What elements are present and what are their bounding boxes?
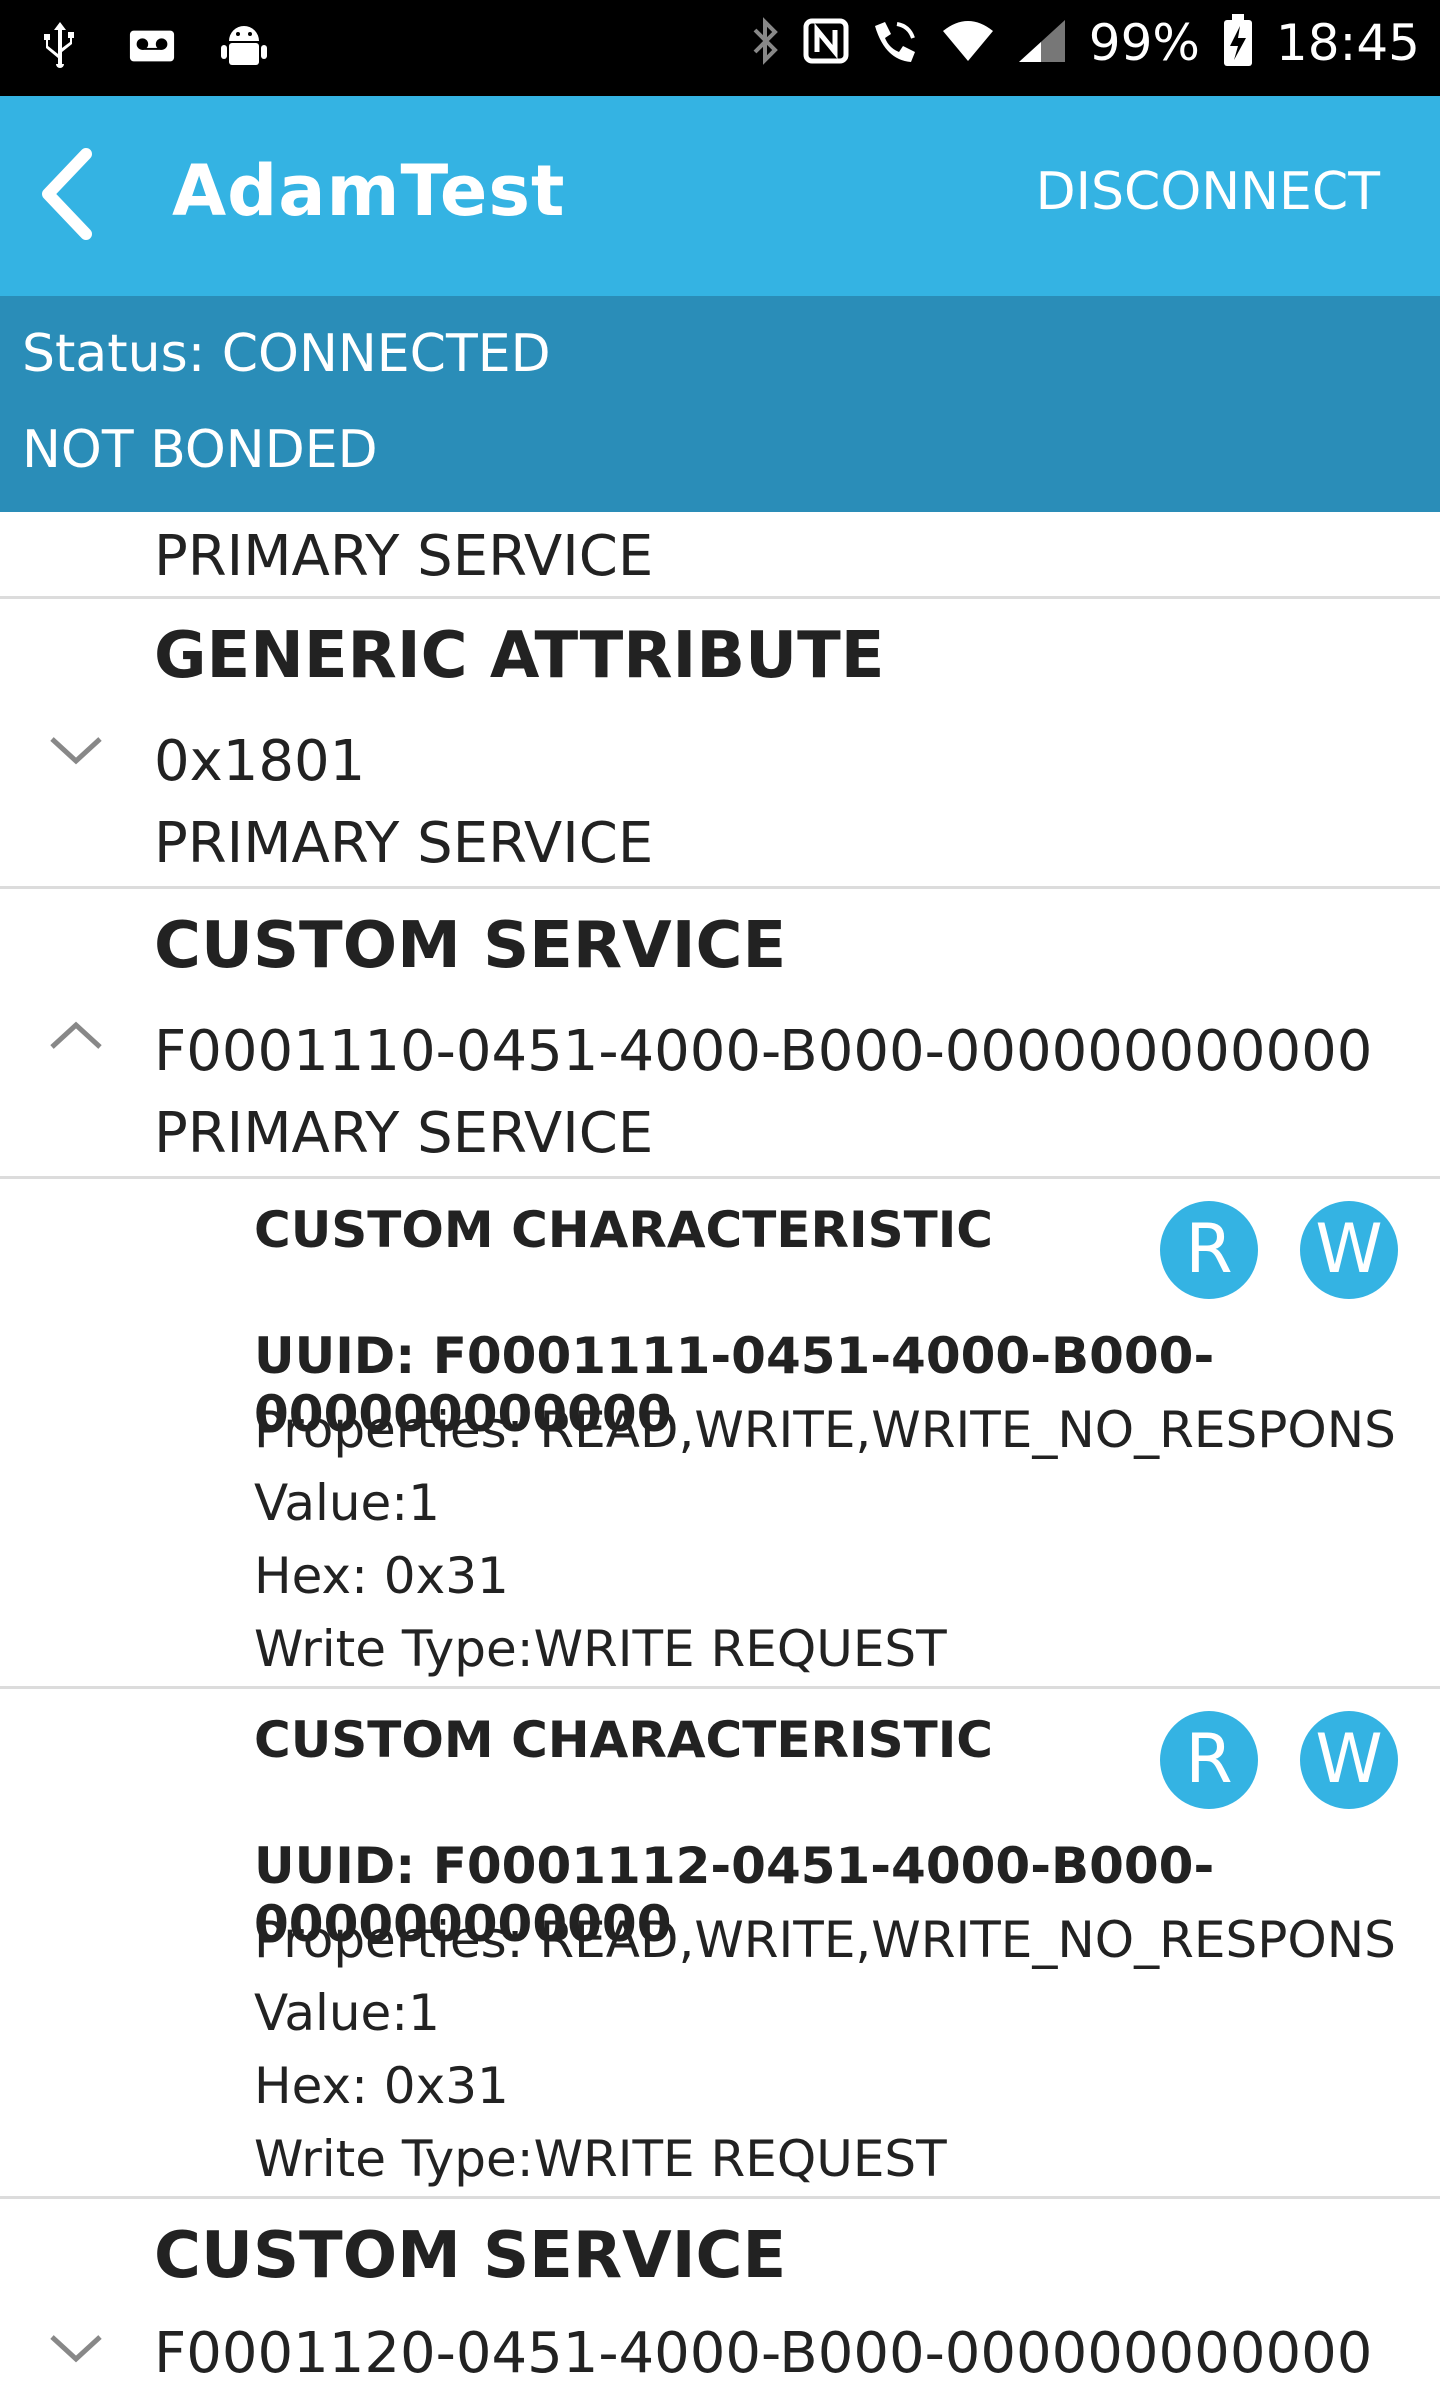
chevron-down-icon <box>50 737 102 765</box>
connection-status-panel: Status: CONNECTED NOT BONDED <box>0 296 1440 512</box>
characteristic-row[interactable]: CUSTOM CHARACTERISTIC R W UUID: F0001112… <box>0 1689 1440 2199</box>
service-uuid: F0001120-0451-4000-B000-000000000000 <box>154 2321 1373 2386</box>
service-type: PRIMARY SERVICE <box>154 524 654 589</box>
wifi-icon <box>941 19 995 67</box>
read-button[interactable]: R <box>1160 1201 1258 1299</box>
service-row-custom-service-2[interactable]: CUSTOM SERVICE F0001120-0451-4000-B000-0… <box>0 2199 1440 2392</box>
write-button[interactable]: W <box>1300 1201 1398 1299</box>
characteristic-value: Value:1 <box>254 1984 440 2042</box>
service-type: PRIMARY SERVICE <box>154 1101 654 1166</box>
bond-status: NOT BONDED <box>22 420 378 480</box>
service-name: GENERIC ATTRIBUTE <box>154 619 885 693</box>
battery-percent: 99% <box>1088 14 1200 72</box>
characteristic-name: CUSTOM CHARACTERISTIC <box>254 1201 993 1259</box>
service-row-generic-attribute[interactable]: GENERIC ATTRIBUTE 0x1801 PRIMARY SERVICE <box>0 599 1440 889</box>
voicemail-icon <box>128 20 176 72</box>
chevron-down-icon <box>50 2335 102 2363</box>
clock: 18:45 <box>1275 14 1420 72</box>
nfc-icon <box>803 18 849 68</box>
back-arrow-icon <box>42 148 92 240</box>
disconnect-button[interactable]: DISCONNECT <box>1036 162 1380 222</box>
service-row[interactable]: PRIMARY SERVICE <box>0 512 1440 599</box>
chevron-up-icon <box>50 1021 102 1049</box>
write-button[interactable]: W <box>1300 1711 1398 1809</box>
battery-charging-icon <box>1222 14 1254 72</box>
characteristic-properties: Properties: READ,WRITE,WRITE_NO_RESPONS <box>254 1911 1396 1969</box>
back-button[interactable] <box>30 144 120 244</box>
wifi-calling-icon <box>871 18 919 68</box>
system-status-bar: 99% 18:45 <box>0 0 1440 96</box>
characteristic-write-type: Write Type:WRITE REQUEST <box>254 2130 947 2188</box>
app-bar: AdamTest DISCONNECT <box>0 96 1440 296</box>
read-button[interactable]: R <box>1160 1711 1258 1809</box>
characteristic-write-type: Write Type:WRITE REQUEST <box>254 1620 947 1678</box>
service-row-custom-service[interactable]: CUSTOM SERVICE F0001110-0451-4000-B000-0… <box>0 889 1440 1179</box>
signal-icon <box>1017 18 1067 68</box>
usb-icon <box>36 20 84 72</box>
characteristic-hex: Hex: 0x31 <box>254 2057 509 2115</box>
characteristic-name: CUSTOM CHARACTERISTIC <box>254 1711 993 1769</box>
connection-status: Status: CONNECTED <box>22 324 551 384</box>
characteristic-value: Value:1 <box>254 1474 440 1532</box>
service-type: PRIMARY SERVICE <box>154 811 654 876</box>
characteristic-hex: Hex: 0x31 <box>254 1547 509 1605</box>
service-name: CUSTOM SERVICE <box>154 909 787 983</box>
characteristic-properties: Properties: READ,WRITE,WRITE_NO_RESPONS <box>254 1401 1396 1459</box>
characteristic-row[interactable]: CUSTOM CHARACTERISTIC R W UUID: F0001111… <box>0 1179 1440 1689</box>
service-uuid: 0x1801 <box>154 729 366 794</box>
service-uuid: F0001110-0451-4000-B000-000000000000 <box>154 1019 1373 1084</box>
android-debug-icon <box>220 20 268 72</box>
bluetooth-icon <box>751 16 781 70</box>
service-name: CUSTOM SERVICE <box>154 2219 787 2293</box>
device-title: AdamTest <box>172 150 566 232</box>
